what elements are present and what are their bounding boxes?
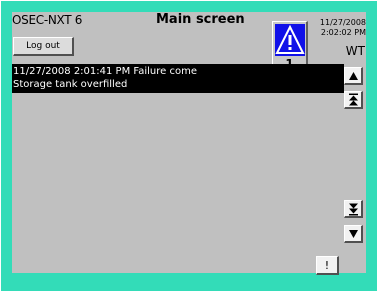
double-arrow-up-icon	[348, 93, 358, 105]
warning-triangle-icon	[275, 24, 305, 56]
date-text: 11/27/2008	[319, 18, 366, 27]
scroll-down-button[interactable]	[344, 225, 363, 243]
arrow-down-icon	[348, 229, 358, 238]
page-title: Main screen	[156, 12, 245, 27]
time-text: 2:02:02 PM	[320, 28, 366, 37]
page-up-button[interactable]	[344, 91, 363, 109]
scroll-up-button[interactable]	[344, 67, 363, 85]
acknowledge-button[interactable]: !	[316, 256, 339, 275]
product-name: OSEC-NXT 6	[12, 13, 83, 27]
message-line: 11/27/2008 2:01:41 PM Failure come	[13, 66, 197, 77]
arrow-up-icon	[348, 71, 358, 80]
message-line: Storage tank overfilled	[13, 79, 128, 90]
date-time-display: 11/27/2008 2:02:02 PM	[312, 18, 366, 38]
message-log[interactable]: 11/27/2008 2:01:41 PM Failure come Stora…	[12, 64, 344, 93]
main-screen: OSEC-NXT 6 Main screen Log out 1 11/27/2…	[12, 12, 366, 275]
page-down-button[interactable]	[344, 200, 363, 218]
panel-frame: OSEC-NXT 6 Main screen Log out 1 11/27/2…	[1, 1, 377, 291]
user-label: WT	[345, 44, 365, 58]
logout-button[interactable]: Log out	[13, 37, 74, 56]
double-arrow-down-icon	[348, 203, 358, 215]
